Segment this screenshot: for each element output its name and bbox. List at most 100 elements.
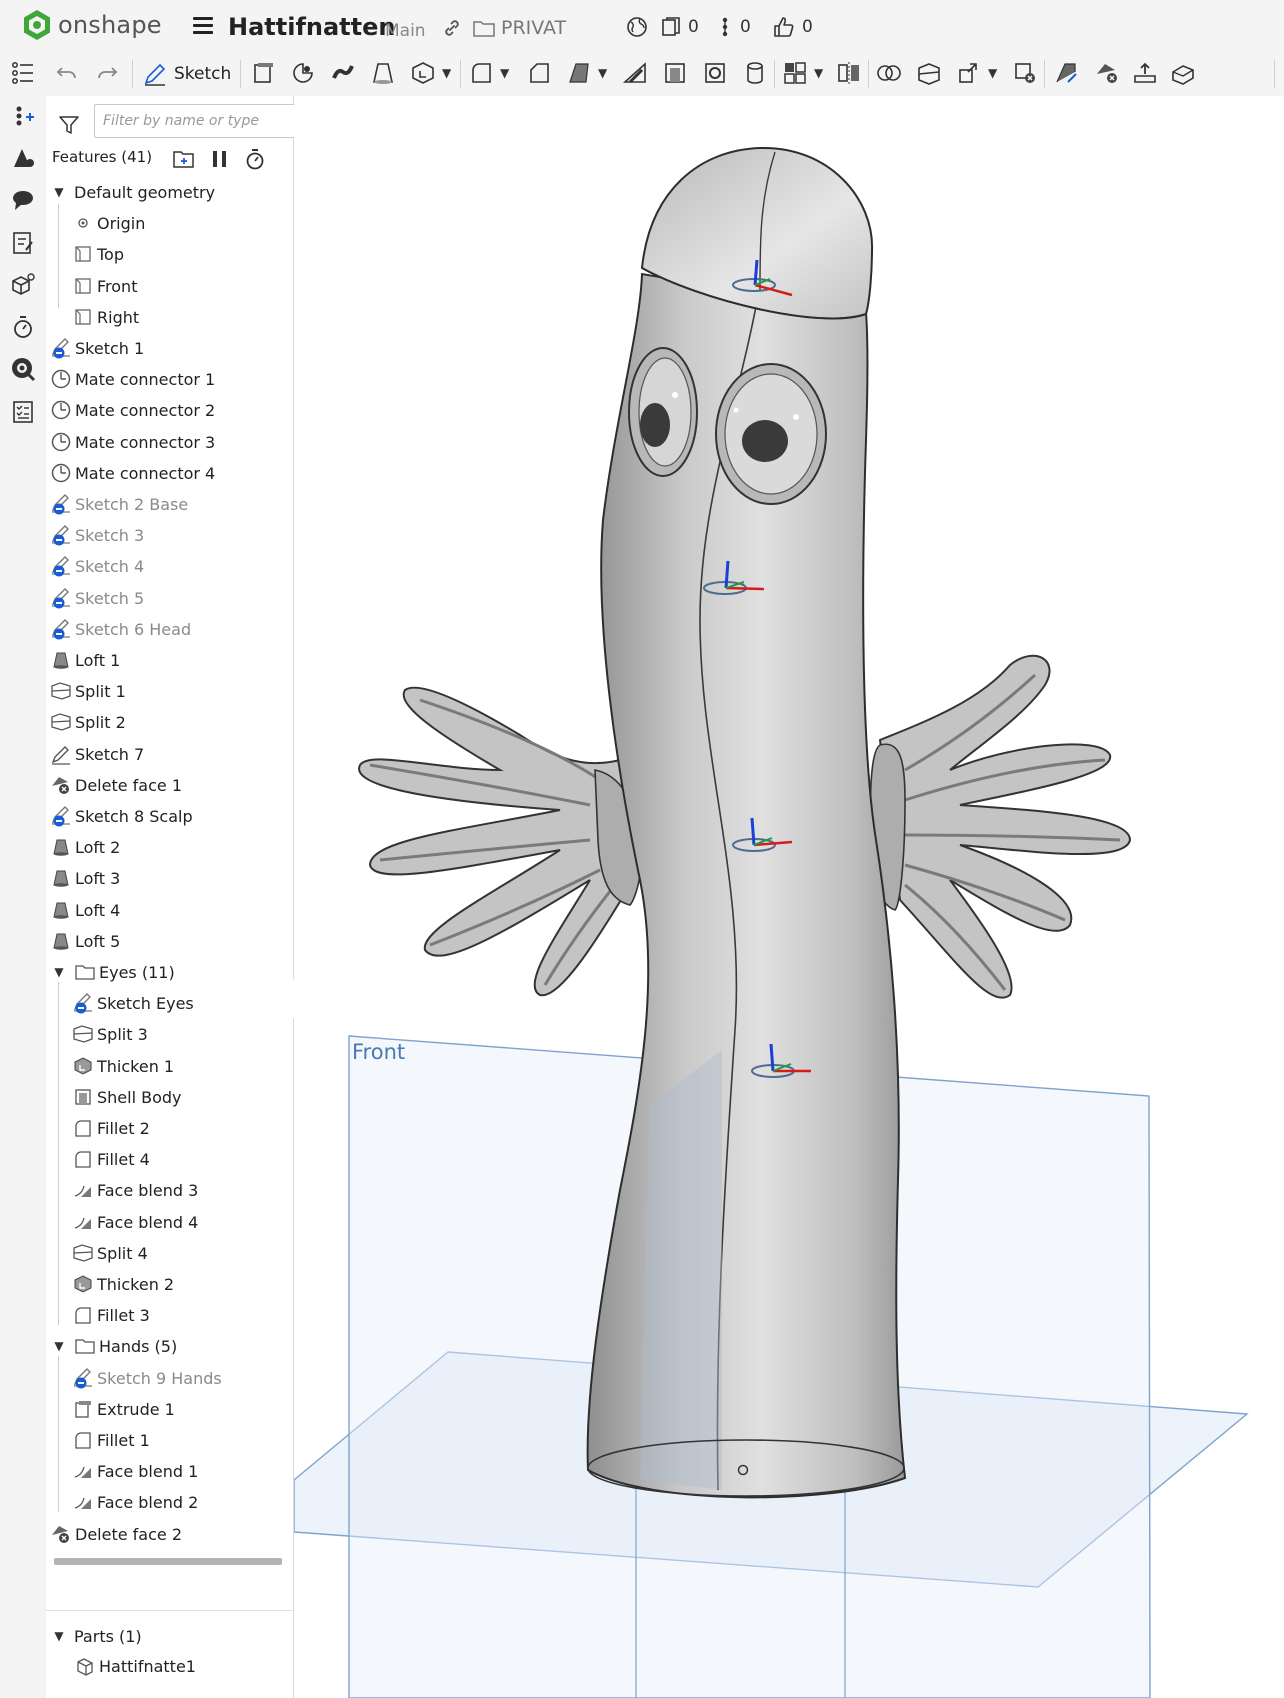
tree-item-shell-body[interactable]: Shell Body xyxy=(46,1083,293,1111)
tree-item-fillet-3[interactable]: Fillet 3 xyxy=(46,1301,293,1329)
menu-icon[interactable] xyxy=(193,17,213,35)
tree-item-delete-face-2[interactable]: Delete face 2 xyxy=(46,1520,293,1548)
tree-item-face-blend-4[interactable]: Face blend 4 xyxy=(46,1208,293,1236)
revolve-tool-icon[interactable] xyxy=(290,60,316,86)
move-face-icon[interactable] xyxy=(1132,60,1158,86)
tree-item-sketch-1[interactable]: Sketch 1 xyxy=(46,334,293,362)
document-title[interactable]: Hattifnatten xyxy=(228,13,395,41)
tree-item-face-blend-1[interactable]: Face blend 1 xyxy=(46,1457,293,1485)
left-eye[interactable] xyxy=(628,347,698,477)
chevron-down-icon[interactable]: ▼ xyxy=(52,1629,66,1643)
left-hand[interactable] xyxy=(358,686,643,997)
model-canvas[interactable] xyxy=(294,96,1284,1698)
likes-counter[interactable]: 0 xyxy=(772,16,813,38)
undo-icon[interactable] xyxy=(54,60,80,86)
transform-dropdown-icon[interactable]: ▼ xyxy=(988,66,997,80)
part-studio-properties-icon[interactable] xyxy=(10,272,36,298)
tree-item-loft-2[interactable]: Loft 2 xyxy=(46,833,293,861)
right-eye[interactable] xyxy=(715,363,827,505)
sweep-tool-icon[interactable] xyxy=(330,60,356,86)
redo-icon[interactable] xyxy=(94,60,120,86)
add-folder-icon[interactable] xyxy=(172,148,196,170)
draft-tool-icon[interactable] xyxy=(566,60,592,86)
replace-face-icon[interactable] xyxy=(1170,60,1196,86)
tree-item-mate-connector-3[interactable]: Mate connector 3 xyxy=(46,428,293,456)
split-tool-icon[interactable] xyxy=(916,60,942,86)
tree-item-sketch-2-base[interactable]: Sketch 2 Base xyxy=(46,490,293,518)
delete-part-icon[interactable] xyxy=(1012,60,1038,86)
render-studio-icon[interactable] xyxy=(10,145,36,171)
tree-item-split-3[interactable]: Split 3 xyxy=(46,1020,293,1048)
boolean-tool-icon[interactable] xyxy=(876,60,902,86)
tree-item-split-4[interactable]: Split 4 xyxy=(46,1239,293,1267)
fillet-tool-icon[interactable] xyxy=(468,60,494,86)
folder-name[interactable]: PRIVAT xyxy=(501,17,566,39)
draft-dropdown-icon[interactable]: ▼ xyxy=(598,66,607,80)
thicken-dropdown-icon[interactable]: ▼ xyxy=(442,66,451,80)
tree-item-default-geometry[interactable]: ▼ Default geometry xyxy=(46,178,293,206)
modify-fillet-icon[interactable] xyxy=(1054,60,1080,86)
tree-item-eyes-11[interactable]: ▼ Eyes (11) xyxy=(46,958,293,986)
tree-item-thicken-1[interactable]: Thicken 1 xyxy=(46,1052,293,1080)
versions-counter[interactable]: 0 xyxy=(660,16,699,38)
tree-item-sketch-eyes[interactable]: Sketch Eyes xyxy=(46,989,293,1017)
chevron-down-icon[interactable]: ▼ xyxy=(52,965,66,979)
tree-item-hands-5[interactable]: ▼ Hands (5) xyxy=(46,1332,293,1360)
tree-item-face-blend-2[interactable]: Face blend 2 xyxy=(46,1488,293,1516)
tree-item-sketch-4[interactable]: Sketch 4 xyxy=(46,552,293,580)
rib-tool-icon[interactable] xyxy=(622,60,648,86)
variables-icon[interactable] xyxy=(10,103,36,129)
tree-item-thicken-2[interactable]: Thicken 2 xyxy=(46,1270,293,1298)
rebuild-timer-icon[interactable] xyxy=(244,148,266,170)
tree-item-split-1[interactable]: Split 1 xyxy=(46,677,293,705)
mirror-tool-icon[interactable] xyxy=(836,60,862,86)
graphics-viewport[interactable] xyxy=(294,96,1284,1698)
tree-item-origin[interactable]: Origin xyxy=(46,209,293,237)
checklist-icon[interactable] xyxy=(10,399,36,425)
fillet-dropdown-icon[interactable]: ▼ xyxy=(500,66,509,80)
tree-item-top[interactable]: Top xyxy=(46,240,293,268)
stopwatch-icon[interactable] xyxy=(10,314,36,340)
delete-face-tool-icon[interactable] xyxy=(1094,60,1120,86)
comments-icon[interactable] xyxy=(10,187,36,213)
right-hand[interactable] xyxy=(869,654,1132,999)
hole-tool-icon[interactable] xyxy=(702,60,728,86)
transform-tool-icon[interactable] xyxy=(956,60,982,86)
tree-item-sketch-9-hands[interactable]: Sketch 9 Hands xyxy=(46,1364,293,1392)
tree-item-delete-face-1[interactable]: Delete face 1 xyxy=(46,771,293,799)
tree-item-loft-3[interactable]: Loft 3 xyxy=(46,864,293,892)
extrude-tool-icon[interactable] xyxy=(250,60,276,86)
public-toggle[interactable] xyxy=(626,16,648,38)
branches-counter[interactable]: 0 xyxy=(718,16,751,38)
pattern-dropdown-icon[interactable]: ▼ xyxy=(814,66,823,80)
linear-pattern-icon[interactable] xyxy=(782,60,808,86)
tree-item-loft-1[interactable]: Loft 1 xyxy=(46,646,293,674)
horizontal-scrollbar[interactable] xyxy=(54,1558,282,1565)
tree-item-mate-connector-2[interactable]: Mate connector 2 xyxy=(46,396,293,424)
tree-item-loft-4[interactable]: Loft 4 xyxy=(46,896,293,924)
tree-item-fillet-2[interactable]: Fillet 2 xyxy=(46,1114,293,1142)
tree-item-fillet-1[interactable]: Fillet 1 xyxy=(46,1426,293,1454)
tree-item-sketch-6-head[interactable]: Sketch 6 Head xyxy=(46,615,293,643)
tree-item-loft-5[interactable]: Loft 5 xyxy=(46,927,293,955)
tree-item-fillet-4[interactable]: Fillet 4 xyxy=(46,1145,293,1173)
app-store-icon[interactable] xyxy=(10,356,36,382)
tree-item-right[interactable]: Right xyxy=(46,303,293,331)
tree-item-front[interactable]: Front xyxy=(46,272,293,300)
tree-item-sketch-8-scalp[interactable]: Sketch 8 Scalp xyxy=(46,802,293,830)
tree-item-face-blend-3[interactable]: Face blend 3 xyxy=(46,1176,293,1204)
filter-icon[interactable] xyxy=(58,114,80,136)
chevron-down-icon[interactable]: ▼ xyxy=(52,1339,66,1353)
part-item[interactable]: Hattifnatte1 xyxy=(74,1652,293,1680)
link-icon[interactable] xyxy=(442,18,462,38)
parts-header[interactable]: ▼ Parts (1) xyxy=(46,1622,293,1650)
loft-tool-icon[interactable] xyxy=(370,60,396,86)
shell-tool-icon[interactable] xyxy=(662,60,688,86)
tree-item-sketch-3[interactable]: Sketch 3 xyxy=(46,521,293,549)
cylinder-tool-icon[interactable] xyxy=(742,60,768,86)
chamfer-tool-icon[interactable] xyxy=(526,60,552,86)
tree-item-mate-connector-4[interactable]: Mate connector 4 xyxy=(46,459,293,487)
chevron-down-icon[interactable]: ▼ xyxy=(52,185,66,199)
feature-list-icon[interactable] xyxy=(10,60,36,86)
tree-item-extrude-1[interactable]: Extrude 1 xyxy=(46,1395,293,1423)
